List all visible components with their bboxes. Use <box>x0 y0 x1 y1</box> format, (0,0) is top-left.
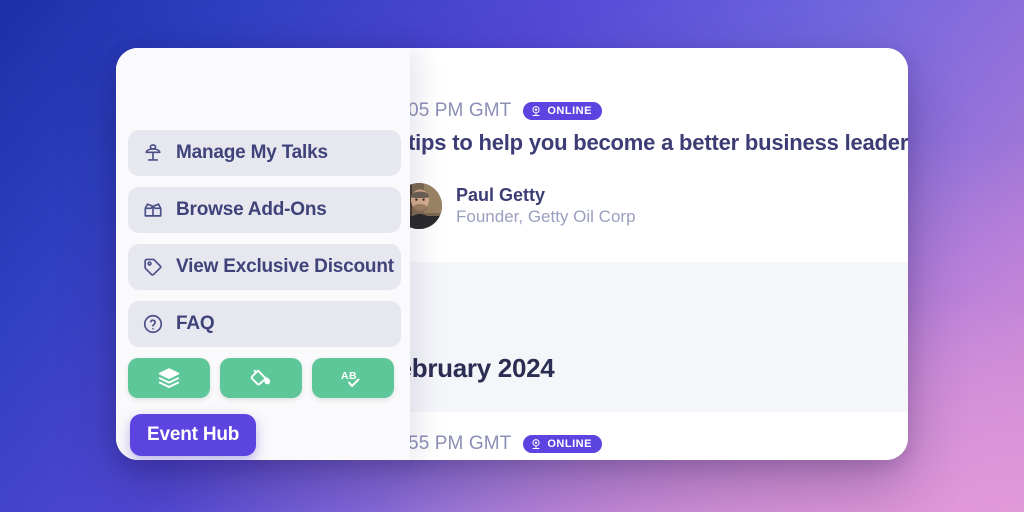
menu-item-label: Browse Add-Ons <box>176 199 327 220</box>
menu-item-view-exclusive-discount[interactable]: View Exclusive Discount <box>128 244 401 290</box>
webcam-icon <box>532 439 540 450</box>
svg-text:AB: AB <box>341 370 357 382</box>
speaker-name: Paul Getty <box>456 184 546 205</box>
menu-item-browse-add-ons[interactable]: Browse Add-Ons <box>128 187 401 233</box>
menu-item-manage-my-talks[interactable]: Manage My Talks <box>128 130 401 176</box>
paint-bucket-tool-button[interactable] <box>220 358 302 398</box>
session-1-title: 12 tips to help you become a better busi… <box>378 130 908 155</box>
session-2-status-badge: ONLINE <box>523 435 602 453</box>
menu-item-label: View Exclusive Discount <box>176 256 394 277</box>
session-1-timerow: 7:05 PM GMT ONLINE <box>392 100 602 122</box>
menu-item-label: FAQ <box>176 313 215 334</box>
tool-button-row: AB <box>128 358 394 398</box>
speaker-role: Founder, Getty Oil Corp <box>456 207 636 227</box>
spellcheck-icon: AB <box>341 370 360 387</box>
podium-icon <box>145 144 161 161</box>
open-box-icon <box>144 203 162 217</box>
menu-item-faq[interactable]: FAQ <box>128 301 401 347</box>
session-2-timerow: 4:55 PM GMT ONLINE <box>392 433 602 455</box>
webcam-icon <box>532 106 540 117</box>
side-menu-panel: Manage My Talks Browse Add-Ons View Excl… <box>116 48 410 460</box>
session-1-status-text: ONLINE <box>547 105 592 117</box>
menu-item-label: Manage My Talks <box>176 142 328 163</box>
session-1-status-badge: ONLINE <box>523 102 602 120</box>
tag-icon <box>144 258 162 276</box>
paint-bucket-icon <box>250 369 271 386</box>
question-circle-icon <box>143 314 163 334</box>
event-hub-button[interactable]: Event Hub <box>130 414 257 456</box>
speaker-text: Paul Getty Founder, Getty Oil Corp <box>456 184 636 229</box>
layers-icon <box>158 368 180 388</box>
session-2-status-text: ONLINE <box>547 438 592 450</box>
spellcheck-tool-button[interactable]: AB <box>312 358 394 398</box>
session-1-speaker: Paul Getty Founder, Getty Oil Corp <box>396 183 636 229</box>
layers-tool-button[interactable] <box>128 358 210 398</box>
screenshot-stage: 7:05 PM GMT ONLINE 12 tips to help you b… <box>0 0 1024 512</box>
